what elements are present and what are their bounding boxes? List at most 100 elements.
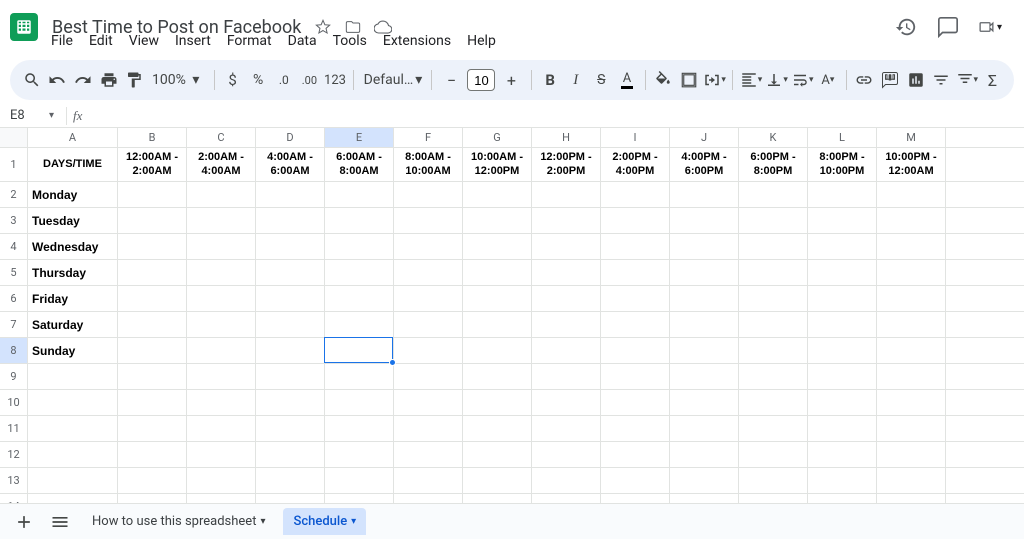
decrease-fontsize-icon[interactable]: − bbox=[437, 66, 465, 94]
cell-M11[interactable] bbox=[877, 416, 946, 441]
cell-C10[interactable] bbox=[187, 390, 256, 415]
cell-F6[interactable] bbox=[394, 286, 463, 311]
cell-B6[interactable] bbox=[118, 286, 187, 311]
undo-icon[interactable] bbox=[46, 66, 70, 94]
menu-extensions[interactable]: Extensions bbox=[376, 30, 458, 52]
cell-J7[interactable] bbox=[670, 312, 739, 337]
meet-icon[interactable]: ▾ bbox=[978, 15, 1002, 39]
cell-H13[interactable] bbox=[532, 468, 601, 493]
cell-H5[interactable] bbox=[532, 260, 601, 285]
merge-cells-icon[interactable]: ▾ bbox=[703, 66, 727, 94]
menu-edit[interactable]: Edit bbox=[82, 30, 120, 52]
menu-data[interactable]: Data bbox=[281, 30, 324, 52]
cell-B7[interactable] bbox=[118, 312, 187, 337]
cell-E8[interactable] bbox=[325, 338, 394, 363]
cell-K7[interactable] bbox=[739, 312, 808, 337]
cell-H2[interactable] bbox=[532, 182, 601, 207]
cell-A10[interactable] bbox=[28, 390, 118, 415]
horizontal-align-icon[interactable]: ▾ bbox=[739, 66, 763, 94]
cell-G13[interactable] bbox=[463, 468, 532, 493]
cell-A11[interactable] bbox=[28, 416, 118, 441]
cell-J1[interactable]: 4:00PM - 6:00PM bbox=[670, 148, 739, 181]
row-header-10[interactable]: 10 bbox=[0, 390, 28, 416]
menu-file[interactable]: File bbox=[44, 30, 80, 52]
cell-L10[interactable] bbox=[808, 390, 877, 415]
more-formats-icon[interactable]: 123 bbox=[323, 66, 347, 94]
vertical-align-icon[interactable]: ▾ bbox=[765, 66, 789, 94]
cell-F4[interactable] bbox=[394, 234, 463, 259]
cell-K3[interactable] bbox=[739, 208, 808, 233]
cell-F8[interactable] bbox=[394, 338, 463, 363]
cell-H10[interactable] bbox=[532, 390, 601, 415]
cell-M13[interactable] bbox=[877, 468, 946, 493]
cell-C2[interactable] bbox=[187, 182, 256, 207]
cell-K6[interactable] bbox=[739, 286, 808, 311]
cell-B8[interactable] bbox=[118, 338, 187, 363]
sheets-app-icon[interactable] bbox=[10, 13, 38, 41]
cell-E13[interactable] bbox=[325, 468, 394, 493]
cell-M3[interactable] bbox=[877, 208, 946, 233]
cell-H4[interactable] bbox=[532, 234, 601, 259]
col-header-d[interactable]: D bbox=[256, 128, 325, 147]
cell-L12[interactable] bbox=[808, 442, 877, 467]
cell-F12[interactable] bbox=[394, 442, 463, 467]
cell-G6[interactable] bbox=[463, 286, 532, 311]
cell-E12[interactable] bbox=[325, 442, 394, 467]
format-percent-icon[interactable]: % bbox=[246, 66, 270, 94]
cell-B1[interactable]: 12:00AM - 2:00AM bbox=[118, 148, 187, 181]
cell-J12[interactable] bbox=[670, 442, 739, 467]
name-box[interactable]: E8▾ bbox=[4, 106, 60, 125]
italic-icon[interactable]: I bbox=[564, 66, 588, 94]
row-header-5[interactable]: 5 bbox=[0, 260, 28, 286]
cell-K8[interactable] bbox=[739, 338, 808, 363]
cell-A13[interactable] bbox=[28, 468, 118, 493]
increase-fontsize-icon[interactable]: + bbox=[497, 66, 525, 94]
cell-C1[interactable]: 2:00AM - 4:00AM bbox=[187, 148, 256, 181]
cell-B3[interactable] bbox=[118, 208, 187, 233]
cell-D9[interactable] bbox=[256, 364, 325, 389]
cell-F3[interactable] bbox=[394, 208, 463, 233]
menu-tools[interactable]: Tools bbox=[326, 30, 374, 52]
cell-L4[interactable] bbox=[808, 234, 877, 259]
col-header-i[interactable]: I bbox=[601, 128, 670, 147]
text-color-icon[interactable]: A bbox=[615, 66, 639, 94]
cell-G3[interactable] bbox=[463, 208, 532, 233]
cell-E3[interactable] bbox=[325, 208, 394, 233]
cell-A9[interactable] bbox=[28, 364, 118, 389]
cell-A2[interactable]: Monday bbox=[28, 182, 118, 207]
all-sheets-icon[interactable] bbox=[46, 508, 74, 536]
cell-I13[interactable] bbox=[601, 468, 670, 493]
cell-B10[interactable] bbox=[118, 390, 187, 415]
menu-format[interactable]: Format bbox=[220, 30, 279, 52]
cell-L5[interactable] bbox=[808, 260, 877, 285]
formula-bar[interactable] bbox=[88, 104, 1024, 127]
cell-L13[interactable] bbox=[808, 468, 877, 493]
cell-A6[interactable]: Friday bbox=[28, 286, 118, 311]
cell-C7[interactable] bbox=[187, 312, 256, 337]
insert-comment-icon[interactable] bbox=[878, 66, 902, 94]
cell-D4[interactable] bbox=[256, 234, 325, 259]
cell-G9[interactable] bbox=[463, 364, 532, 389]
cell-B4[interactable] bbox=[118, 234, 187, 259]
cell-D7[interactable] bbox=[256, 312, 325, 337]
col-header-c[interactable]: C bbox=[187, 128, 256, 147]
cell-G12[interactable] bbox=[463, 442, 532, 467]
col-header-a[interactable]: A bbox=[28, 128, 118, 147]
cell-I5[interactable] bbox=[601, 260, 670, 285]
borders-icon[interactable] bbox=[677, 66, 701, 94]
cell-E10[interactable] bbox=[325, 390, 394, 415]
cell-B2[interactable] bbox=[118, 182, 187, 207]
decrease-decimal-icon[interactable]: .0 bbox=[272, 66, 296, 94]
col-header-j[interactable]: J bbox=[670, 128, 739, 147]
cell-H9[interactable] bbox=[532, 364, 601, 389]
cell-F1[interactable]: 8:00AM - 10:00AM bbox=[394, 148, 463, 181]
cell-C6[interactable] bbox=[187, 286, 256, 311]
cell-I6[interactable] bbox=[601, 286, 670, 311]
cell-K11[interactable] bbox=[739, 416, 808, 441]
sheet-tab-how-to[interactable]: How to use this spreadsheet▾ bbox=[82, 508, 275, 535]
cell-M2[interactable] bbox=[877, 182, 946, 207]
col-header-e[interactable]: E bbox=[325, 128, 394, 147]
cell-L8[interactable] bbox=[808, 338, 877, 363]
cell-C9[interactable] bbox=[187, 364, 256, 389]
cell-C4[interactable] bbox=[187, 234, 256, 259]
